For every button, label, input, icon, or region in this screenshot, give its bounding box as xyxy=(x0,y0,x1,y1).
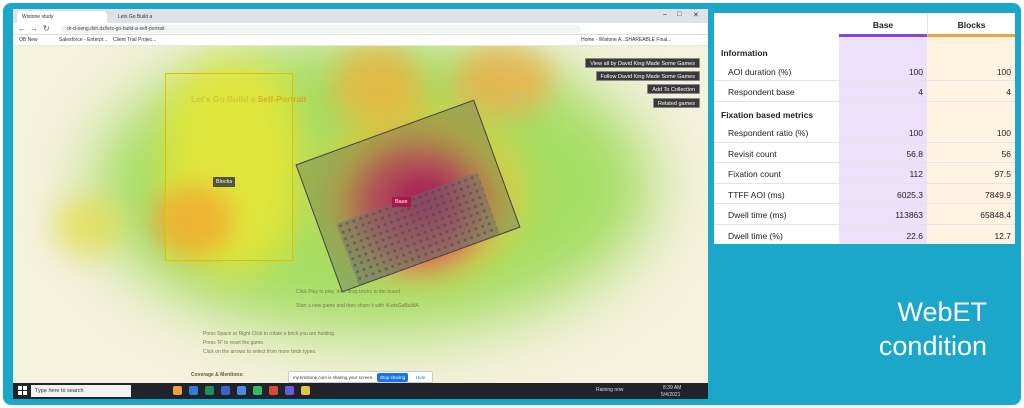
table-row: Fixation count 112 97.5 xyxy=(714,163,1015,184)
weather-status[interactable]: Raining now xyxy=(596,387,624,393)
screen-share-bar: my.rimstone.com is sharing your screen. … xyxy=(288,371,433,383)
caption-line: WebET xyxy=(897,297,987,327)
cell-blocks: 56 xyxy=(1001,148,1011,159)
cell-base: 6025.3 xyxy=(897,189,923,200)
close-icon[interactable]: ✕ xyxy=(693,11,699,19)
minimize-icon[interactable]: – xyxy=(663,11,667,18)
aoi-base-label: Base xyxy=(392,197,411,207)
browser-tab-bar: Wistone study Lets Go Build a – □ ✕ xyxy=(13,9,708,23)
game-share-hint: Start a new game and then share it with … xyxy=(296,303,419,309)
cell-base: 56.8 xyxy=(906,148,923,159)
heatmap-overlay xyxy=(53,196,123,256)
cell-blocks: 100 xyxy=(996,128,1011,138)
back-icon[interactable]: ← xyxy=(18,24,26,33)
file-explorer-icon[interactable] xyxy=(173,386,182,395)
forward-icon[interactable]: → xyxy=(30,24,38,33)
cell-base: 113863 xyxy=(895,210,923,220)
view-all-button[interactable]: View all by David King Made Some Games xyxy=(585,58,700,68)
table-row: Respondent base 4 4 xyxy=(714,81,1015,102)
bookmark[interactable]: Home - Wistone A... xyxy=(581,37,625,43)
instruction-item: Click on the arrows to select from more … xyxy=(203,349,317,355)
table-row: Respondent ratio (%) 100 100 xyxy=(714,122,1015,143)
heatmap-overlay xyxy=(333,46,423,126)
table-row: Dwell time (ms) 113863 65848.4 xyxy=(714,204,1015,225)
condition-caption: WebET condition xyxy=(763,295,987,363)
cell-base: 100 xyxy=(908,128,923,138)
table-row: AOI duration (%) 100 100 xyxy=(714,61,1015,81)
maximize-icon[interactable]: □ xyxy=(677,11,681,18)
taskbar-search-input[interactable]: Type here to search xyxy=(31,385,131,397)
hide-button[interactable]: Hide xyxy=(416,375,425,380)
instruction-item: Press Space or Right Click to rotate a b… xyxy=(203,331,336,337)
address-bar: ← → ↻ dr-d-oeng.dsh.dz/lets-go-build-a-s… xyxy=(13,23,708,35)
follow-button[interactable]: Follow David King Made Some Games xyxy=(595,71,700,81)
metrics-table: Base Blocks Information AOI duration (%) 1… xyxy=(714,13,1015,244)
tab-title: Wistone study xyxy=(22,14,54,20)
cell-blocks: 100 xyxy=(996,66,1011,77)
column-header-blocks: Blocks xyxy=(927,13,1015,37)
aoi-blocks-region xyxy=(165,73,293,261)
cell-base: 22.6 xyxy=(906,230,923,241)
row-label: Fixation count xyxy=(728,169,781,179)
cell-blocks: 4 xyxy=(1006,87,1011,97)
browser-tab[interactable]: Lets Go Build a xyxy=(113,11,203,23)
cell-blocks: 65848.4 xyxy=(980,210,1011,220)
row-label: Respondent base xyxy=(728,87,795,97)
bookmark[interactable]: OB New xyxy=(19,37,38,43)
mail-icon[interactable] xyxy=(189,386,198,395)
cell-blocks: 7849.9 xyxy=(985,189,1011,200)
cell-base: 112 xyxy=(909,169,923,179)
row-label: Revisit count xyxy=(728,148,777,159)
teams-icon[interactable] xyxy=(285,386,294,395)
table-row: Revisit count 56.8 56 xyxy=(714,143,1015,163)
row-label: Respondent ratio (%) xyxy=(728,128,809,138)
clock-date: 5/4/2021 xyxy=(661,392,681,398)
browser-tab[interactable]: Wistone study xyxy=(17,11,107,23)
row-label: Fixation based metrics xyxy=(721,109,814,120)
row-label: Dwell time (%) xyxy=(728,230,783,241)
reload-icon[interactable]: ↻ xyxy=(43,24,50,33)
stop-sharing-button[interactable]: Stop sharing xyxy=(377,373,409,382)
row-label: AOI duration (%) xyxy=(728,66,792,77)
row-label: Dwell time (ms) xyxy=(728,210,787,220)
bookmark[interactable]: SHAREABLE Final... xyxy=(625,37,671,43)
table-row: Dwell time (%) 22.6 12.7 xyxy=(714,225,1015,245)
app-icon[interactable] xyxy=(253,386,262,395)
figure-frame: Wistone study Lets Go Build a – □ ✕ ← → … xyxy=(3,3,1021,405)
table-section-header: Information xyxy=(714,40,1015,61)
add-to-collection-button[interactable]: Add To Collection xyxy=(647,84,700,94)
chrome-icon[interactable] xyxy=(301,386,310,395)
instruction-item: Press 'R' to reset the game. xyxy=(203,340,265,346)
tab-title: Lets Go Build a xyxy=(118,14,153,20)
web-page: View all by David King Made Some Games F… xyxy=(13,46,708,383)
bookmarks-bar: OB New Salesforce - Enterpr... Client Tr… xyxy=(13,35,708,46)
cell-base: 4 xyxy=(918,87,923,97)
windows-start-icon[interactable] xyxy=(18,386,27,395)
row-label: Information xyxy=(721,48,768,58)
table-row: TTFF AOI (ms) 6025.3 7849.9 xyxy=(714,184,1015,204)
game-hint: Click Play to play, then drag bricks to … xyxy=(296,289,402,295)
cell-blocks: 12.7 xyxy=(994,230,1011,241)
coverage-heading: Coverage & Mentions: xyxy=(191,372,244,378)
caption-line: condition xyxy=(878,331,987,361)
bookmark[interactable]: Salesforce - Enterpr... xyxy=(59,37,107,43)
cell-base: 100 xyxy=(908,66,923,77)
powerpoint-icon[interactable] xyxy=(269,386,278,395)
column-header-base: Base xyxy=(839,13,927,37)
heatmap-screenshot: Wistone study Lets Go Build a – □ ✕ ← → … xyxy=(13,9,708,399)
aoi-blocks-label: Blocks xyxy=(213,177,236,187)
windows-taskbar: Type here to search Raining now 8:39 AM … xyxy=(13,383,708,399)
url-field[interactable]: dr-d-oeng.dsh.dz/lets-go-build-a-self-po… xyxy=(61,25,581,33)
row-label: TTFF AOI (ms) xyxy=(728,189,785,200)
outlook-icon[interactable] xyxy=(237,386,246,395)
related-games-button[interactable]: Related games xyxy=(653,98,700,108)
cell-blocks: 97.5 xyxy=(994,169,1011,179)
bookmark[interactable]: Client Trial Projec... xyxy=(113,37,156,43)
excel-icon[interactable] xyxy=(205,386,214,395)
table-section-header: Fixation based metrics xyxy=(714,102,1015,123)
clock-time: 8:39 AM xyxy=(663,385,682,391)
score-counter: 0 xyxy=(513,90,522,107)
word-icon[interactable] xyxy=(221,386,230,395)
share-text: my.rimstone.com is sharing your screen. xyxy=(293,375,374,380)
